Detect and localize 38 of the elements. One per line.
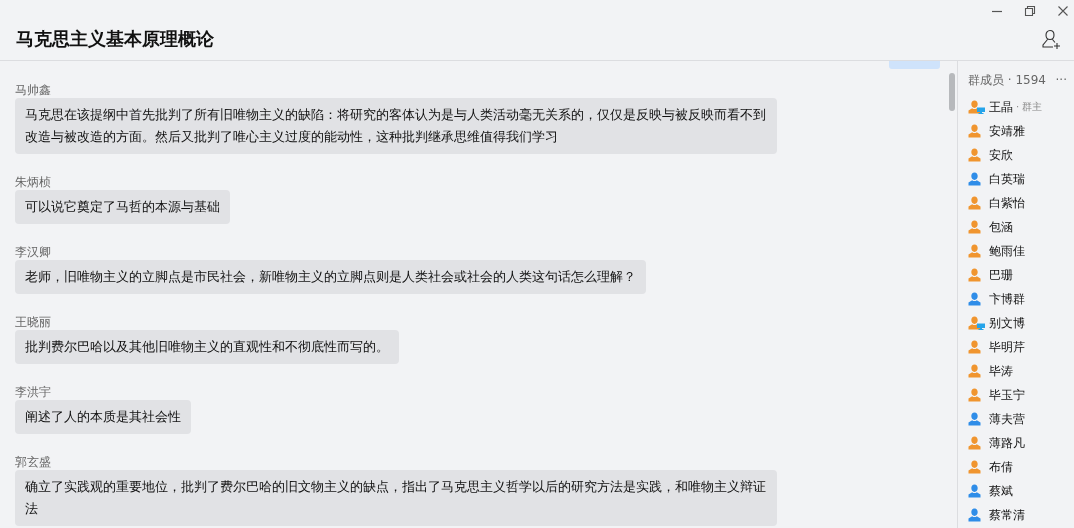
member-name[interactable]: 白英瑞 [989, 170, 1025, 188]
more-button[interactable]: ··· [1055, 73, 1067, 87]
sender-name: 朱炳桢 [15, 175, 51, 189]
member-name[interactable]: 蔡斌 [989, 482, 1013, 500]
member-name[interactable]: 毕玉宁 [989, 386, 1025, 404]
member-name[interactable]: 王晶 [989, 98, 1013, 116]
member-name[interactable]: 毕明芹 [989, 338, 1025, 356]
message-bubble: 批判费尔巴哈以及其他旧唯物主义的直观性和不彻底性而写的。 [15, 330, 399, 364]
member-name[interactable]: 卞博群 [989, 290, 1025, 308]
add-member-icon[interactable] [1041, 28, 1063, 50]
member-name[interactable]: 布倩 [989, 458, 1013, 476]
restore-icon[interactable] [1024, 5, 1036, 17]
sender-name: 马帅鑫 [15, 83, 51, 97]
sender-name: 李洪宇 [15, 385, 51, 399]
window-title: 马克思主义基本原理概论 [16, 27, 214, 51]
sender-name: 王晓丽 [15, 315, 51, 329]
member-name[interactable]: 白紫怡 [989, 194, 1025, 212]
member-name[interactable]: 蔡常清 [989, 506, 1025, 524]
member-name[interactable]: 巴珊 [989, 266, 1013, 284]
message-bubble: 可以说它奠定了马哲的本源与基础 [15, 190, 230, 224]
member-name[interactable]: 安欣 [989, 146, 1013, 164]
role-label: · 群主 [1016, 100, 1043, 114]
close-icon[interactable] [1057, 5, 1069, 17]
scrollbar-thumb[interactable] [949, 73, 955, 111]
member-name[interactable]: 薄路凡 [989, 434, 1025, 452]
members-count: 群成员 · 1594 [968, 71, 1046, 89]
member-name[interactable]: 包涵 [989, 218, 1013, 236]
message-bubble: 确立了实践观的重要地位，批判了费尔巴哈的旧文物主义的缺点，指出了马克思主义哲学以后的研究方法是实践，和唯物主义辩证法 [15, 470, 777, 526]
member-name[interactable]: 毕涛 [989, 362, 1013, 380]
message-bubble: 老师，旧唯物主义的立脚点是市民社会，新唯物主义的立脚点则是人类社会或社会的人类这句话怎么理解？ [15, 260, 646, 294]
member-name[interactable]: 安靖雅 [989, 122, 1025, 140]
message-bubble: 马克思在该提纲中首先批判了所有旧唯物主义的缺陷：将研究的客体认为是与人类活动毫无关系的，仅仅是反映与被反映而看不到改造与被改造的方面。然后又批判了唯心主义过度的能动性，这种批判继承思维值得我们学习 [15, 98, 777, 154]
sender-name: 李汉卿 [15, 245, 51, 259]
member-name[interactable]: 薄夫营 [989, 410, 1025, 428]
member-name[interactable]: 鲍雨佳 [989, 242, 1025, 260]
message-bubble: 阐述了人的本质是其社会性 [15, 400, 191, 434]
member-name[interactable]: 别文博 [989, 314, 1025, 332]
sender-name: 郭玄盛 [15, 455, 51, 469]
